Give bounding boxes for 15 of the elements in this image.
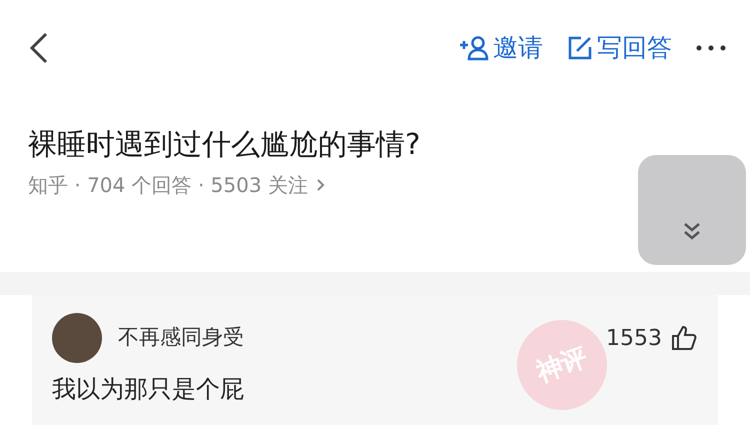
more-icon xyxy=(696,45,726,52)
question-meta: 知乎 · 704 个回答 · 5503 关注 xyxy=(28,172,308,199)
back-icon xyxy=(28,30,50,64)
author-name: 不再感同身受 xyxy=(118,324,244,352)
chevron-right-icon xyxy=(316,178,325,192)
avatar xyxy=(52,313,102,363)
question-title: 裸睡时遇到过什么尴尬的事情? xyxy=(28,127,422,162)
comment-text: 我以为那只是个屁 xyxy=(52,374,245,405)
double-chevron-down-icon xyxy=(682,221,702,241)
add-person-icon xyxy=(459,34,489,60)
invite-button[interactable]: 邀请 xyxy=(459,28,543,66)
edit-icon xyxy=(567,34,593,60)
back-button[interactable] xyxy=(28,30,50,64)
thumbs-up-icon[interactable] xyxy=(670,324,698,352)
write-answer-button[interactable]: 写回答 xyxy=(567,28,672,66)
